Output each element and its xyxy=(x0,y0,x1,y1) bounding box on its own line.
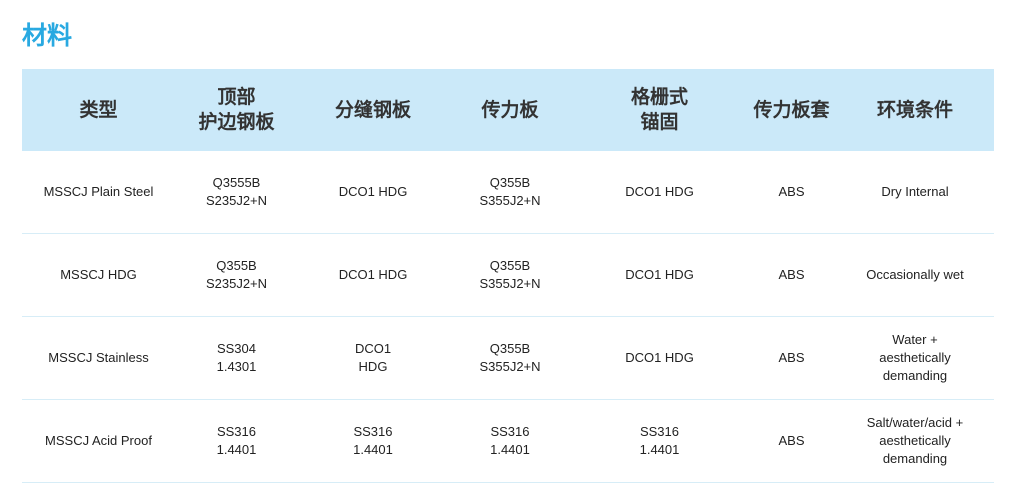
table-cell: DCO1 HDG xyxy=(572,151,747,234)
materials-table: 类型 顶部 护边钢板 分缝钢板 传力板 格栅式 锚固 传力板套 环境条件 MSS… xyxy=(22,69,994,483)
table-cell: DCO1 HDG xyxy=(298,233,448,317)
table-header-row: 类型 顶部 护边钢板 分缝钢板 传力板 格栅式 锚固 传力板套 环境条件 xyxy=(22,69,994,151)
table-cell: SS316 1.4401 xyxy=(448,399,572,483)
table-cell: Q355B S355J2+N xyxy=(448,151,572,234)
table-cell: Q355B S235J2+N xyxy=(175,233,298,317)
table-cell: DCO1 HDG xyxy=(572,316,747,400)
table-cell: SS316 1.4401 xyxy=(298,399,448,483)
table-cell: Q355B S355J2+N xyxy=(448,233,572,317)
table-cell: SS316 1.4401 xyxy=(175,399,298,483)
header-environment: 环境条件 xyxy=(836,69,994,151)
table-cell: ABS xyxy=(747,151,836,234)
table-row: MSSCJ Stainless SS304 1.4301 DCO1 HDG Q3… xyxy=(22,316,994,400)
table-cell: MSSCJ HDG xyxy=(22,233,175,317)
table-cell: ABS xyxy=(747,399,836,483)
table-cell: Q3555B S235J2+N xyxy=(175,151,298,234)
table-cell: DCO1 HDG xyxy=(572,233,747,317)
table-cell: DCO1 HDG xyxy=(298,316,448,400)
header-dowel-plate: 传力板 xyxy=(448,69,572,151)
header-top-edge-plate: 顶部 护边钢板 xyxy=(175,69,298,151)
table-cell: ABS xyxy=(747,316,836,400)
page-title: 材料 xyxy=(22,21,73,50)
table-cell: Water + aesthetically demanding xyxy=(836,316,994,400)
table-row: MSSCJ Acid Proof SS316 1.4401 SS316 1.44… xyxy=(22,399,994,483)
table-cell: MSSCJ Acid Proof xyxy=(22,399,175,483)
table-row: MSSCJ HDG Q355B S235J2+N DCO1 HDG Q355B … xyxy=(22,233,994,317)
table-cell: MSSCJ Stainless xyxy=(22,316,175,400)
table-cell: Dry Internal xyxy=(836,151,994,234)
table-cell: MSSCJ Plain Steel xyxy=(22,151,175,234)
header-grid-anchor: 格栅式 锚固 xyxy=(572,69,747,151)
table-cell: Occasionally wet xyxy=(836,233,994,317)
table-cell: Salt/water/acid + aesthetically demandin… xyxy=(836,399,994,483)
table-row: MSSCJ Plain Steel Q3555B S235J2+N DCO1 H… xyxy=(22,151,994,234)
header-dowel-sleeve: 传力板套 xyxy=(747,69,836,151)
table-cell: DCO1 HDG xyxy=(298,151,448,234)
header-joint-plate: 分缝钢板 xyxy=(298,69,448,151)
table-cell: Q355B S355J2+N xyxy=(448,316,572,400)
table-cell: ABS xyxy=(747,233,836,317)
header-type: 类型 xyxy=(22,69,175,151)
table-cell: SS304 1.4301 xyxy=(175,316,298,400)
table-cell: SS316 1.4401 xyxy=(572,399,747,483)
